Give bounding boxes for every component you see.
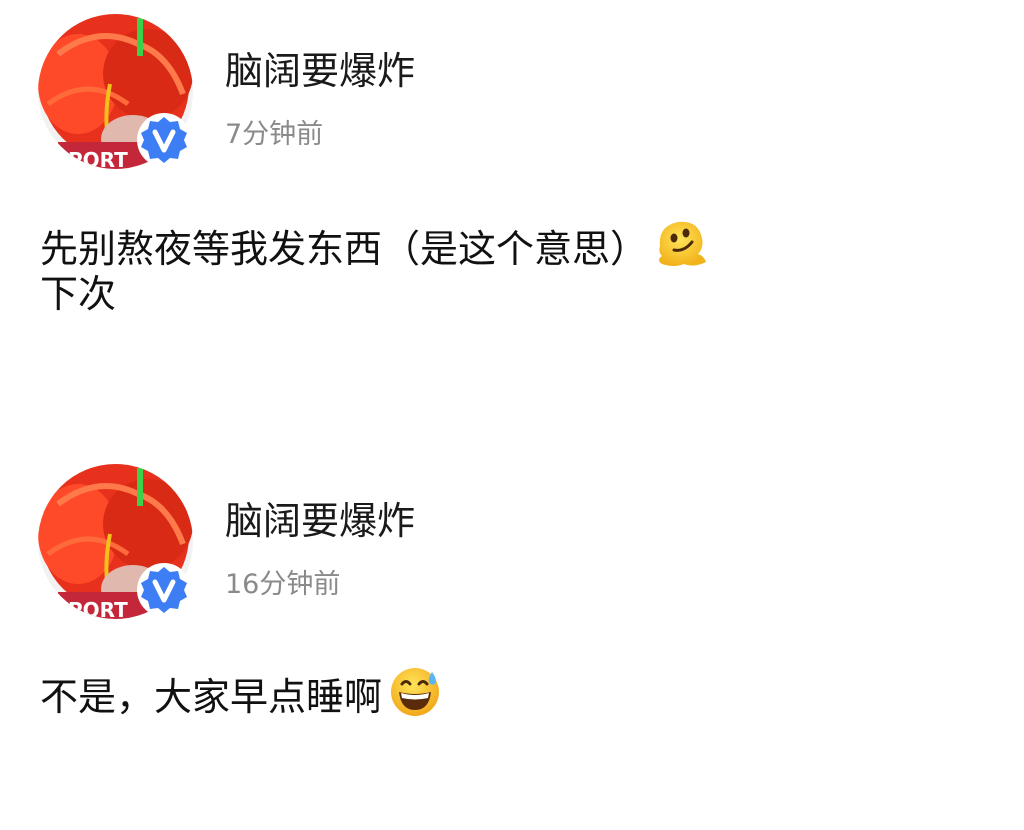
content-line: 下次	[40, 272, 117, 316]
username[interactable]: 脑阔要爆炸	[225, 498, 415, 544]
post-timestamp: 16分钟前	[225, 569, 341, 600]
verified-badge-icon	[136, 562, 192, 618]
username[interactable]: 脑阔要爆炸	[225, 48, 415, 94]
content-line: 不是，大家早点睡啊	[40, 664, 442, 719]
content-text: 先别熬夜等我发东西（是这个意思）	[40, 227, 649, 271]
post-content: 先别熬夜等我发东西（是这个意思） 下次	[40, 216, 708, 320]
melting-face-icon	[654, 216, 708, 270]
content-line: 先别熬夜等我发东西（是这个意思）	[40, 216, 708, 271]
content-text: 不是，大家早点睡啊	[40, 675, 383, 719]
grinning-face-with-sweat-icon	[388, 664, 442, 718]
post-content: 不是，大家早点睡啊	[40, 664, 442, 719]
verified-badge-icon	[136, 112, 192, 168]
svg-text:PORT: PORT	[68, 598, 128, 619]
post-timestamp: 7分钟前	[225, 119, 324, 150]
svg-text:PORT: PORT	[68, 148, 128, 169]
